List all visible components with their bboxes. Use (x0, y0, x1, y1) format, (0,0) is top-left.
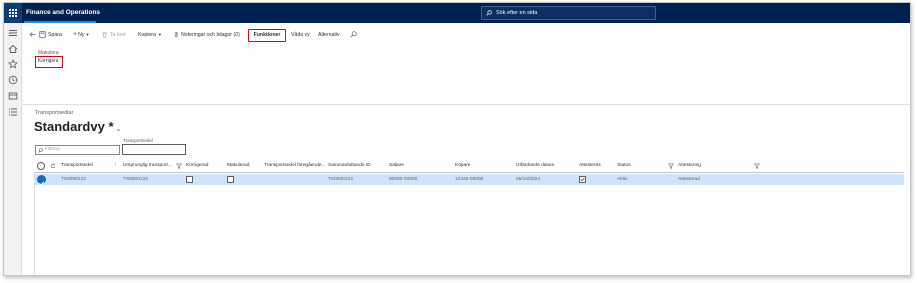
delete-label: Ta bort (110, 32, 126, 38)
column-header-to-be-attested[interactable]: Attesteras (579, 159, 601, 173)
delete-icon (102, 31, 107, 38)
recent-icon[interactable] (8, 75, 18, 85)
notes-label: Noteringar och bilagor (0) (181, 32, 240, 38)
column-header-seller[interactable]: Säljare (389, 159, 404, 173)
search-placeholder: Sök efter en sida (496, 10, 538, 16)
column-header-original-transport[interactable]: Ursprunglig transport... (123, 159, 172, 173)
column-header-cancelled[interactable]: Makulerad (227, 159, 249, 173)
plus-icon: + (73, 31, 78, 38)
copy-button[interactable]: Kopiera ▼ (138, 30, 162, 40)
delete-button[interactable]: Ta bort (101, 30, 126, 40)
cell-summary-id: TS0000123 (328, 177, 353, 182)
cell-to-be-attested-checkbox[interactable] (579, 176, 586, 183)
views-button[interactable]: Våda vy (291, 30, 310, 40)
workspace-icon[interactable] (8, 91, 18, 101)
correct-button[interactable]: Korrigera (35, 56, 63, 68)
new-label: Ny (78, 32, 85, 38)
tab-functions[interactable]: Funktioner (248, 29, 286, 42)
refresh-icon[interactable] (50, 163, 56, 169)
cell-corrected-checkbox[interactable] (186, 176, 193, 183)
column-header-summary-id[interactable]: Sammanfattande ID (328, 159, 371, 173)
grid-left-border (34, 174, 35, 274)
toolbar-search-button[interactable] (350, 30, 359, 40)
new-button[interactable]: +Ny▼ (73, 30, 89, 40)
save-button[interactable]: Spara (39, 30, 62, 40)
filter-funnel-icon[interactable] (754, 163, 760, 169)
star-icon[interactable] (8, 59, 18, 69)
home-icon[interactable] (8, 44, 18, 54)
search-icon (350, 31, 357, 38)
view-selector[interactable]: Standardvy * ⌄ (34, 119, 121, 134)
cell-buyer: 12345-00000 (455, 177, 484, 182)
transport-filter-input[interactable] (122, 144, 186, 155)
quick-filter-placeholder: Filtrera (45, 147, 60, 152)
notes-button[interactable]: Noteringar och bilagor (0) (174, 30, 240, 40)
list-icon[interactable] (8, 107, 18, 117)
filter-icon (38, 148, 43, 153)
page-title: Standardvy (34, 119, 105, 134)
app-window: Finance and Operations Sök efter en sida… (3, 2, 911, 276)
column-header-previous-transport[interactable]: Transportsedel föregående... (264, 159, 325, 173)
column-header-corrected[interactable]: Korrigerad (186, 159, 208, 173)
copy-label: Kopiera (138, 32, 156, 38)
cell-transport-document[interactable]: TS0000123 (61, 174, 86, 185)
cell-attestation: Attesterad (678, 177, 700, 182)
sort-ascending-icon[interactable]: ↑ (114, 159, 116, 173)
select-all-radio[interactable] (37, 162, 45, 170)
view-modified-indicator: * (108, 119, 114, 134)
cell-status: Aktiv (617, 177, 628, 182)
row-selected-checkmark-icon[interactable] (37, 175, 46, 186)
attachment-icon (174, 31, 178, 38)
app-launcher-icon[interactable] (4, 3, 22, 23)
transport-filter-label: Transportsedel (123, 138, 153, 143)
top-bar: Finance and Operations Sök efter en sida (4, 3, 910, 23)
filter-funnel-icon[interactable] (176, 163, 182, 169)
views-label: Våda vy (291, 32, 310, 38)
main-content: Transportsedlar Standardvy * ⌄ Transports… (23, 106, 910, 275)
options-label: Alternativ (318, 32, 340, 38)
search-icon (486, 10, 492, 16)
quick-filter-input[interactable]: Filtrera (35, 145, 120, 155)
transport-grid: Transportsedel ↑ Ursprunglig transport..… (34, 159, 904, 186)
action-pane: Spara +Ny▼ Ta bort Kopiera ▼ Noteringar o… (23, 23, 910, 105)
left-navigation (4, 23, 22, 275)
chevron-down-icon: ▼ (85, 32, 90, 37)
app-title[interactable]: Finance and Operations (26, 3, 100, 23)
chevron-down-icon: ⌄ (115, 126, 122, 133)
grid-header: Transportsedel ↑ Ursprunglig transport..… (34, 159, 904, 173)
filter-funnel-icon[interactable] (668, 163, 674, 169)
save-label: Spara (48, 32, 62, 38)
back-arrow-icon (29, 32, 36, 37)
cell-cancelled-checkbox[interactable] (227, 176, 234, 183)
save-icon (39, 31, 46, 38)
cell-seller: 00000-00000 (389, 177, 418, 182)
cell-original-transport: TS0000123 (123, 177, 148, 182)
table-row[interactable]: TS0000123 TS0000123 TS0000123 00000-0000… (34, 174, 904, 186)
column-header-transport-document[interactable]: Transportsedel (61, 159, 93, 173)
column-header-issue-date[interactable]: Utfärdande datum (516, 159, 554, 173)
chevron-down-icon: ▼ (157, 32, 162, 37)
column-header-buyer[interactable]: Köpare (455, 159, 470, 173)
column-header-attestation[interactable]: Attestering (678, 159, 701, 173)
column-header-status[interactable]: Status (617, 159, 631, 173)
search-input[interactable]: Sök efter en sida (481, 6, 656, 20)
hamburger-icon[interactable] (8, 28, 18, 38)
back-button[interactable] (29, 30, 38, 40)
cell-issue-date: 05/16/2024 (516, 177, 541, 182)
checkmark-icon (580, 177, 585, 182)
options-button[interactable]: Alternativ (318, 30, 340, 40)
page-caption: Transportsedlar (35, 110, 74, 116)
